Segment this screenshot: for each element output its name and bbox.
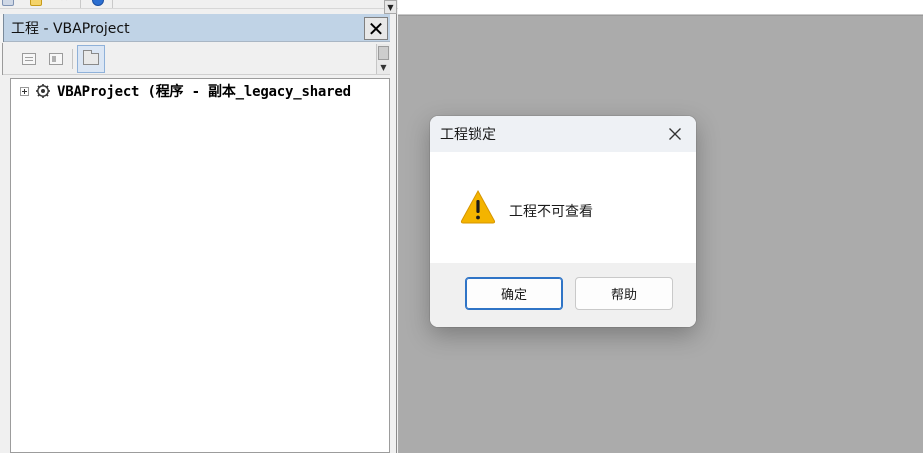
main-toolbar: ✕ (0, 0, 398, 9)
toolbar-scrollbar[interactable]: ▼ (376, 44, 390, 74)
scrollbar-thumb[interactable] (378, 46, 389, 60)
dialog-footer: 确定 帮助 (430, 263, 696, 327)
tree-item-label: VBAProject (程序 - 副本_legacy_shared (57, 84, 351, 100)
dialog-close-button[interactable] (666, 125, 684, 143)
project-tree: VBAProject (程序 - 副本_legacy_shared (10, 78, 390, 453)
scroll-down-arrow-icon[interactable]: ▼ (378, 63, 389, 73)
vba-editor-screen: ✕ ▼ 工程 - VBAProject ✕ (0, 0, 923, 453)
close-icon (669, 128, 681, 140)
help-icon[interactable] (92, 0, 104, 6)
vba-project-icon (34, 83, 52, 99)
expand-icon[interactable] (20, 86, 29, 96)
dialog-message: 工程不可查看 (509, 204, 593, 220)
close-button[interactable]: ✕ (364, 17, 388, 40)
toolbar-edge (0, 43, 3, 75)
close-icon: ✕ (367, 16, 385, 41)
project-window-titlebar[interactable]: 工程 - VBAProject ✕ (0, 14, 390, 42)
project-window-toolbar (0, 43, 390, 75)
dialog-body: 工程不可查看 (430, 152, 696, 263)
cut-icon[interactable]: ✕ (60, 0, 68, 5)
toolbar-separator (72, 49, 73, 69)
view-code-button[interactable] (17, 47, 41, 71)
insert-module-icon[interactable] (2, 0, 14, 6)
warning-icon (460, 189, 496, 224)
help-button[interactable]: 帮助 (575, 277, 673, 310)
dialog-title: 工程锁定 (440, 127, 496, 143)
open-icon[interactable] (30, 0, 42, 6)
dialog-titlebar[interactable]: 工程锁定 (430, 116, 696, 152)
folder-icon (83, 50, 99, 65)
mdi-top-strip (398, 0, 923, 15)
project-explorer-window: 工程 - VBAProject ✕ ▼ VBAProject (程序 - 副本_… (0, 14, 397, 453)
project-window-title: 工程 - VBAProject (11, 21, 130, 37)
toggle-folders-button[interactable] (77, 45, 105, 73)
tree-item-vbaproject[interactable]: VBAProject (程序 - 副本_legacy_shared (11, 81, 389, 101)
project-locked-dialog: 工程锁定 工程不可查看 确定 帮助 (430, 116, 696, 327)
toolbar-scroll-down-button[interactable]: ▼ (384, 0, 397, 14)
view-object-button[interactable] (44, 47, 68, 71)
ok-button[interactable]: 确定 (465, 277, 563, 310)
view-code-icon (22, 53, 36, 65)
view-object-icon (49, 53, 63, 65)
titlebar-edge (0, 14, 4, 42)
toolbar-separator (112, 0, 113, 8)
toolbar-separator (80, 0, 81, 8)
